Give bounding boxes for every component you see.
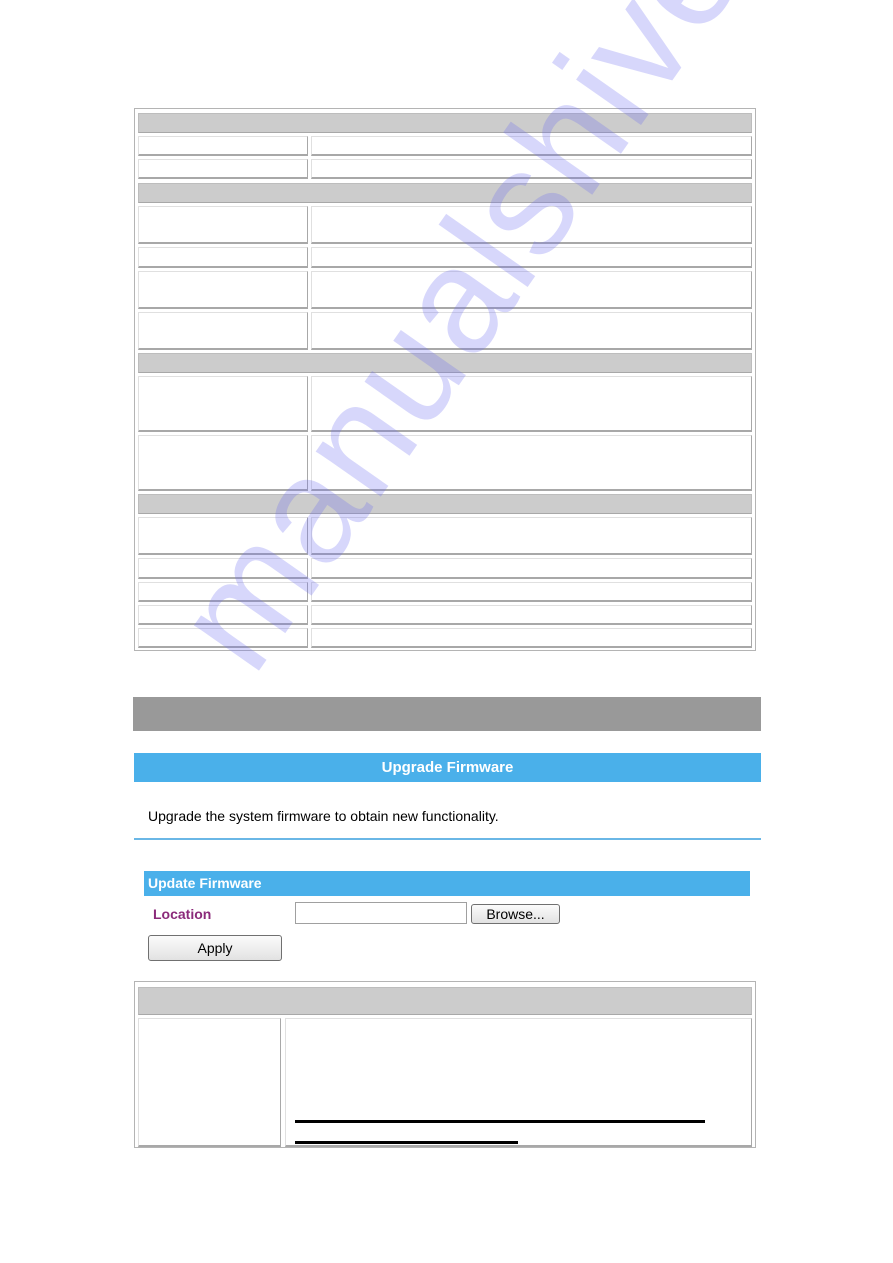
table-row	[138, 435, 752, 491]
section-heading-bar	[133, 697, 761, 731]
table-section-header	[138, 987, 752, 1015]
table-row	[138, 136, 752, 156]
divider	[134, 838, 761, 840]
table-row	[138, 517, 752, 555]
parameter-table-top	[134, 108, 756, 651]
table-row	[138, 247, 752, 268]
update-firmware-section-title: Update Firmware	[144, 871, 750, 896]
table-row	[138, 206, 752, 244]
table-row	[138, 271, 752, 309]
page-description: Upgrade the system firmware to obtain ne…	[148, 808, 499, 824]
table-section-header	[138, 113, 752, 133]
table-row	[138, 159, 752, 179]
table-row	[138, 376, 752, 432]
table-row	[138, 312, 752, 350]
location-label: Location	[153, 906, 212, 922]
table-row	[138, 628, 752, 648]
apply-button[interactable]: Apply	[148, 935, 282, 961]
page-title: Upgrade Firmware	[134, 753, 761, 782]
table-section-header	[138, 353, 752, 373]
table-row	[138, 605, 752, 625]
table-row	[138, 1018, 752, 1147]
browse-button[interactable]: Browse...	[471, 904, 560, 924]
table-section-header	[138, 183, 752, 203]
underline-line-2	[295, 1141, 518, 1144]
table-row	[138, 582, 752, 602]
underline-line-1	[295, 1120, 705, 1123]
location-input[interactable]	[295, 902, 467, 924]
table-section-header	[138, 494, 752, 514]
table-row	[138, 558, 752, 579]
